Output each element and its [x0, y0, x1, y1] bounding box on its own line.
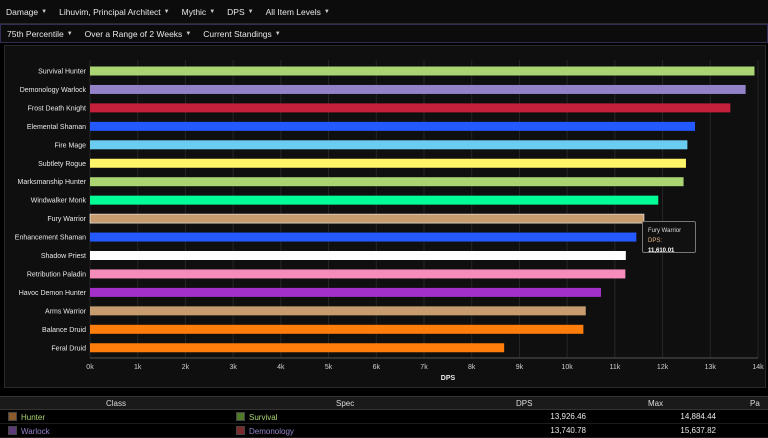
x-tick-label: 2k [182, 364, 190, 371]
dps-value: 13,740.78 [550, 426, 586, 435]
x-tick-label: 6k [373, 364, 381, 371]
max-value: 15,637.82 [680, 426, 716, 435]
category-label: Fury Warrior [47, 216, 86, 223]
x-tick-label: 1k [134, 364, 142, 371]
spec-cell: Demonology [236, 426, 294, 436]
x-tick-label: 7k [420, 364, 428, 371]
column-header-dps[interactable]: DPS [516, 399, 532, 408]
category-label: Enhancement Shaman [15, 235, 86, 242]
x-tick-label: 13k [705, 364, 717, 371]
hunter-class-icon [8, 412, 17, 421]
category-label: Demonology Warlock [20, 87, 87, 94]
dps-value: 13,926.46 [550, 412, 586, 421]
chart-tooltip: Fury Warrior DPS: 11,610.01 [642, 221, 696, 254]
category-label: Elemental Shaman [27, 124, 86, 131]
bar [90, 177, 684, 187]
table-row[interactable]: Warlock Demonology 13,740.78 15,637.82 [0, 424, 768, 438]
x-tick-label: 14k [752, 364, 764, 371]
demonology-spec-icon [236, 426, 245, 435]
category-label: Survival Hunter [38, 69, 87, 76]
bar [90, 324, 584, 334]
spec-cell: Survival [236, 412, 277, 422]
max-value: 14,884.44 [680, 412, 716, 421]
tooltip-title: Fury Warrior [648, 228, 682, 234]
bar [90, 287, 602, 297]
bar [90, 269, 626, 279]
bar [90, 84, 746, 94]
category-label: Subtlety Rogue [38, 161, 86, 168]
category-label: Havoc Demon Hunter [19, 290, 87, 297]
tooltip-value: 11,610.01 [648, 248, 675, 254]
x-tick-label: 4k [277, 364, 285, 371]
category-label: Windwalker Monk [31, 198, 87, 205]
x-tick-label: 0k [86, 364, 94, 371]
category-label: Frost Death Knight [28, 105, 86, 112]
category-label: Arms Warrior [45, 308, 87, 315]
survival-spec-icon [236, 412, 245, 421]
table-header: Class Spec DPS Max Pa [0, 396, 768, 410]
warlock-class-icon [8, 426, 17, 435]
category-label: Retribution Paladin [27, 271, 86, 278]
bar [90, 195, 659, 205]
category-label: Marksmanship Hunter [18, 179, 87, 186]
x-tick-label: 12k [657, 364, 669, 371]
x-tick-label: 10k [561, 364, 573, 371]
bar [90, 158, 686, 168]
category-label: Shadow Priest [41, 253, 86, 260]
bar [90, 121, 696, 131]
bar [90, 103, 731, 113]
x-axis-title: DPS [441, 375, 456, 382]
x-tick-label: 11k [609, 364, 620, 371]
tooltip-key: DPS: [648, 238, 663, 244]
x-tick-label: 9k [516, 364, 524, 371]
bar [90, 66, 755, 76]
bar [90, 251, 626, 260]
column-header-max[interactable]: Max [648, 399, 663, 408]
bar [90, 306, 586, 316]
bar [90, 140, 688, 150]
x-tick-label: 8k [468, 364, 476, 371]
dps-bar-chart: 0k 1k 2k 3k 4k 5k 6k 7k 8k 9k 10k 11k 12k 13k 14k Survi… [15, 60, 764, 382]
column-header-parse[interactable]: Pa [750, 399, 760, 408]
category-label: Balance Druid [42, 327, 86, 334]
x-tick-label: 5k [325, 364, 333, 371]
table-row[interactable]: Hunter Survival 13,926.46 14,884.44 [0, 410, 768, 424]
spec-name: Survival [249, 413, 278, 422]
x-tick-label: 3k [229, 364, 237, 371]
category-label: Fire Mage [54, 142, 86, 149]
bar [90, 232, 637, 242]
bar [89, 213, 645, 224]
category-label: Feral Druid [51, 345, 86, 352]
bar [90, 343, 505, 353]
class-cell: Hunter [8, 412, 45, 422]
column-header-class[interactable]: Class [106, 399, 126, 408]
class-name: Hunter [21, 413, 46, 422]
column-header-spec[interactable]: Spec [336, 399, 354, 408]
class-cell: Warlock [8, 426, 50, 436]
